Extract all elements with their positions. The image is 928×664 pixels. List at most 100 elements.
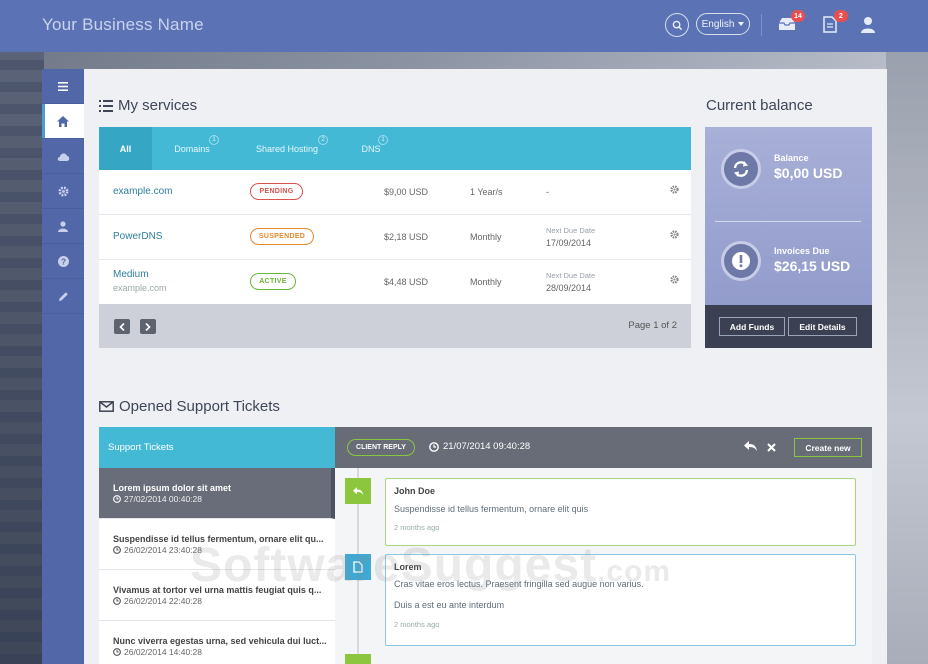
gear-icon[interactable] <box>670 185 679 194</box>
topbar-divider <box>761 14 762 36</box>
message-text: Cras vitae eros lectus. Praesent fringil… <box>394 579 644 589</box>
service-domain: example.com <box>113 283 167 293</box>
ticket-date-text: 27/02/2014 00:40:28 <box>124 494 202 504</box>
balance-divider <box>715 221 861 222</box>
ticket-item-date: 26/02/2014 14:40:28 <box>113 647 335 657</box>
chevron-left-icon <box>119 322 125 331</box>
service-price: $2,18 USD <box>384 232 429 242</box>
service-name[interactable]: Medium <box>113 269 149 280</box>
timeline-note-marker <box>345 554 371 580</box>
support-tickets-panel: Support Tickets CLIENT REPLY 21/07/2014 … <box>99 427 872 664</box>
search-button[interactable] <box>665 13 689 37</box>
invoices-value: $26,15 USD <box>774 258 851 274</box>
cloud-icon <box>57 152 69 161</box>
home-icon <box>57 115 69 127</box>
menu-icon <box>58 81 68 91</box>
alert-icon <box>732 252 750 270</box>
list-item[interactable]: Suspendisse id tellus fermentum, ornare … <box>99 519 335 570</box>
create-new-button[interactable]: Create new <box>794 438 862 457</box>
search-icon <box>672 20 682 30</box>
gear-icon[interactable] <box>670 275 679 284</box>
chevron-right-icon <box>145 322 151 331</box>
sidebar-item-help[interactable]: ? <box>42 244 84 279</box>
list-item[interactable]: Lorem ipsum dolor sit amet 27/02/2014 00… <box>99 468 335 519</box>
due-date-label: Next Due Date <box>546 271 596 280</box>
billing-cycle: 1 Year/s <box>470 187 503 197</box>
tickets-list-header: Support Tickets <box>99 427 335 468</box>
prev-page-button[interactable] <box>114 319 130 334</box>
account-button[interactable] <box>858 14 878 34</box>
documents-count-badge: 2 <box>834 10 848 22</box>
main-panel: My services Current balance All Domains … <box>84 69 887 664</box>
status-badge: CLIENT REPLY <box>347 439 415 456</box>
tab-label: DNS <box>361 143 381 154</box>
table-row[interactable]: PowerDNS SUSPENDED $2,18 USD Monthly Nex… <box>99 215 691 260</box>
ticket-subject: Vivamus at tortor vel urna mattis feugia… <box>113 585 322 595</box>
ticket-subject: Nunc viverra egestas urna, sed vehicula … <box>113 636 327 646</box>
close-icon[interactable] <box>767 443 776 452</box>
message-time: 2 months ago <box>394 523 440 532</box>
pencil-icon <box>58 291 68 301</box>
clock-icon <box>113 495 121 503</box>
balance-heading: Current balance <box>706 97 813 114</box>
message-text: Suspendisse id tellus fermentum, ornare … <box>394 504 589 514</box>
table-row[interactable]: Medium example.com ACTIVE $4,48 USD Mont… <box>99 260 691 305</box>
message-author: Lorem <box>394 562 422 572</box>
edit-details-button[interactable]: Edit Details <box>788 317 857 336</box>
tab-label: All <box>119 143 132 154</box>
sidebar-item-home[interactable] <box>42 104 84 139</box>
billing-cycle: Monthly <box>470 277 502 287</box>
language-label: English <box>701 18 735 30</box>
add-funds-button[interactable]: Add Funds <box>719 317 785 336</box>
list-item[interactable]: Vivamus at tortor vel urna mattis feugia… <box>99 570 335 621</box>
invoices-circle <box>721 241 761 281</box>
top-bar: Your Business Name English 14 2 <box>0 0 928 52</box>
language-select[interactable]: English <box>696 13 750 35</box>
message-card: John Doe Suspendisse id tellus fermentum… <box>385 478 856 546</box>
ticket-thread: John Doe Suspendisse id tellus fermentum… <box>335 468 872 664</box>
clock-icon <box>113 597 121 605</box>
next-page-button[interactable] <box>140 319 156 334</box>
service-name[interactable]: example.com <box>113 186 172 197</box>
service-price: $4,48 USD <box>384 277 429 287</box>
refresh-icon <box>733 161 749 177</box>
service-name[interactable]: PowerDNS <box>113 231 162 242</box>
due-date-label: Next Due Date <box>546 226 596 235</box>
tab-dns[interactable]: DNS 1 <box>361 127 388 170</box>
services-heading: My services <box>99 97 197 114</box>
tab-label: Domains <box>174 143 210 154</box>
list-icon <box>99 99 113 112</box>
tab-all[interactable]: All <box>99 127 152 170</box>
balance-label: Balance <box>774 153 809 163</box>
status-badge: SUSPENDED <box>250 228 314 245</box>
sidebar-item-menu[interactable] <box>42 69 84 104</box>
tab-domains[interactable]: Domains 1 <box>173 127 219 170</box>
help-icon: ? <box>57 255 69 267</box>
inbox-button[interactable]: 14 <box>777 10 805 34</box>
tab-shared-hosting[interactable]: Shared Hosting 2 <box>254 127 328 170</box>
sidebar-item-user[interactable] <box>42 209 84 244</box>
message-card: Lorem Cras vitae eros lectus. Praesent f… <box>385 554 856 646</box>
chevron-down-icon <box>738 22 745 26</box>
message-text: Duis a est eu ante interdum <box>394 600 505 610</box>
background-right <box>886 52 928 664</box>
sidebar-item-settings[interactable] <box>42 174 84 209</box>
sidebar-item-edit[interactable] <box>42 279 84 314</box>
documents-button[interactable]: 2 <box>820 10 848 34</box>
pagination: Page 1 of 2 <box>99 304 691 348</box>
list-item[interactable]: Nunc viverra egestas urna, sed vehicula … <box>99 621 335 664</box>
reply-icon[interactable] <box>744 441 758 452</box>
document-icon <box>353 561 363 573</box>
services-table: All Domains 1 Shared Hosting 2 DNS 1 exa… <box>99 127 691 348</box>
clock-icon <box>113 546 121 554</box>
table-row[interactable]: example.com PENDING $9,00 USD 1 Year/s - <box>99 170 691 215</box>
sidebar-item-cloud[interactable] <box>42 139 84 174</box>
ticket-date: 21/07/2014 09:40:28 <box>429 441 530 452</box>
ticket-item-date: 27/02/2014 00:40:28 <box>113 494 331 504</box>
gear-icon <box>57 185 69 197</box>
background-left <box>0 52 44 664</box>
brand-name[interactable]: Your Business Name <box>42 15 204 35</box>
svg-text:?: ? <box>60 257 65 266</box>
billing-cycle: Monthly <box>470 232 502 242</box>
gear-icon[interactable] <box>670 230 679 239</box>
